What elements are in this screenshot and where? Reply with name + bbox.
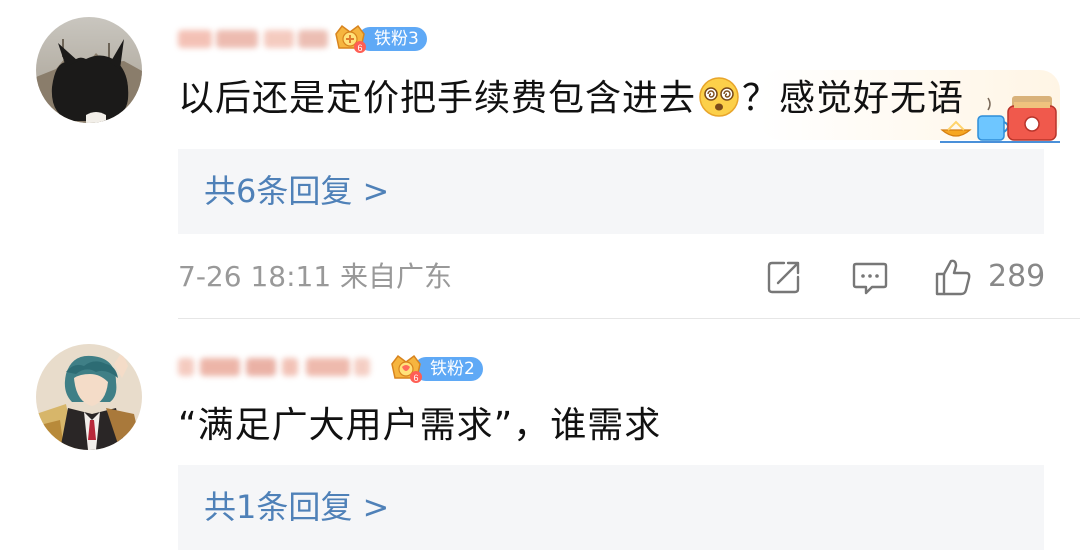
breakfast-decoration-icon [940,96,1060,143]
comment-meta-row: 7-26 18:11 来自广东 289 [178,255,1046,299]
svg-text:6: 6 [357,43,362,53]
crown-badge-icon: 6 [335,24,366,53]
crown-badge-icon: 6 [391,354,422,383]
avatar[interactable] [36,17,142,123]
username-blurred[interactable] [178,356,370,378]
dizzy-face-emoji [699,77,739,117]
comment-text-part-1: 以后还是定价把手续费包含进去 [178,78,697,119]
comment-text: “满足广大用户需求”，谁需求 [178,405,662,446]
comment-text-part-2: ？感觉好无语 [742,78,965,119]
reply-summary-box[interactable]: 共6条回复 > [178,149,1044,234]
timestamp: 7-26 18:11 来自广东 [178,260,453,293]
comment-item: 铁粉3 6 以后还是定价把手续费包含进去 ？感觉好无语 共6条回复 > 7-26… [0,0,1080,320]
like-icon[interactable] [933,257,973,297]
avatar[interactable] [36,344,142,450]
like-count: 289 [988,259,1046,294]
comment-icon[interactable] [850,257,890,297]
svg-text:6: 6 [413,373,418,383]
forward-icon[interactable] [764,257,804,297]
view-replies-link[interactable]: 共6条回复 > [204,171,389,211]
comment-item: 铁粉2 6 “满足广大用户需求”，谁需求 共1条回复 > [0,320,1080,559]
comment-divider [178,318,1080,319]
comment-text: 以后还是定价把手续费包含进去 ？感觉好无语 [178,76,964,121]
username-blurred[interactable] [178,28,328,50]
reply-summary-box[interactable]: 共1条回复 > [178,465,1044,550]
view-replies-link[interactable]: 共1条回复 > [204,487,389,527]
